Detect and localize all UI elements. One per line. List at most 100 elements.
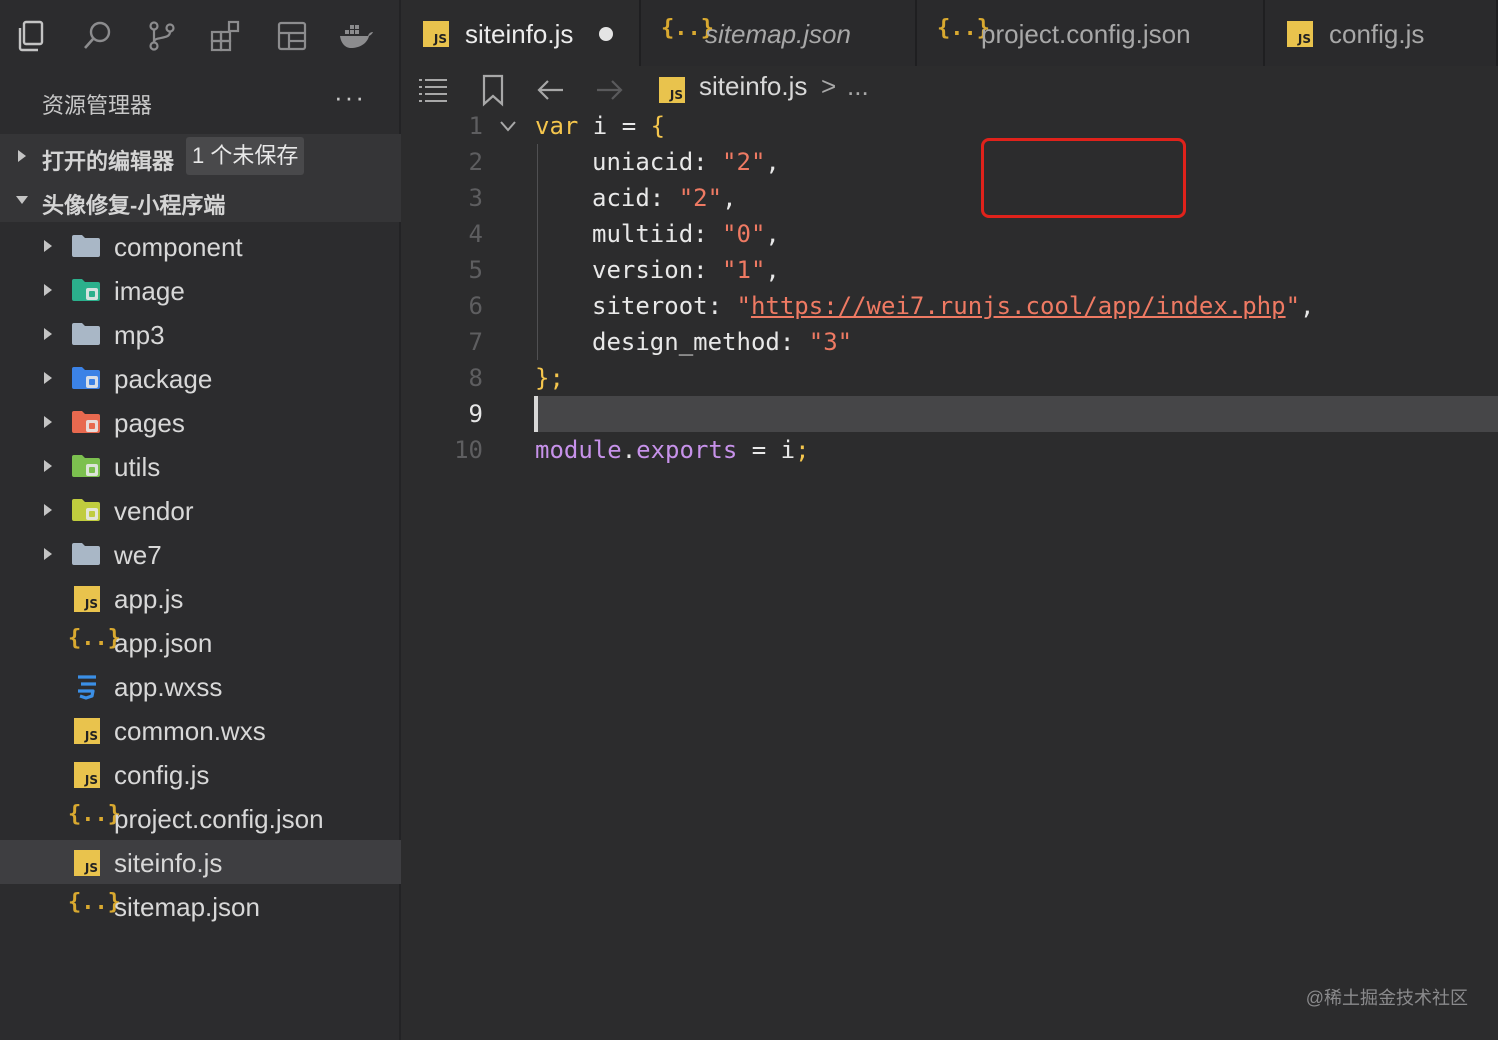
- code-text: siteroot: "https://wei7.runjs.cool/app/i…: [592, 288, 1314, 324]
- search-icon[interactable]: [78, 16, 118, 56]
- line-number: 5: [468, 256, 483, 284]
- breadcrumb-symbols[interactable]: ...: [847, 71, 869, 102]
- explorer-icon[interactable]: [14, 16, 54, 56]
- code-token: design_method:: [592, 328, 809, 356]
- tree-file[interactable]: {..} project.config.json: [0, 796, 401, 840]
- tree-item-label: siteinfo.js: [114, 848, 223, 878]
- tree-folder[interactable]: mp3: [0, 312, 401, 356]
- code-line: 5 version: "1",: [401, 252, 1498, 288]
- folder-utils-icon: [70, 452, 102, 480]
- tree-file[interactable]: JS siteinfo.js: [0, 840, 401, 884]
- tree-file[interactable]: {..} sitemap.json: [0, 884, 401, 928]
- tree-item-label: config.js: [114, 760, 210, 790]
- more-actions-button[interactable]: ···: [334, 82, 366, 113]
- tree-folder[interactable]: package: [0, 356, 401, 400]
- open-editors-label: 打开的编辑器: [42, 149, 175, 174]
- breadcrumb-separator: >: [821, 71, 837, 101]
- code-token: ,: [722, 184, 737, 212]
- js-file-icon: JS: [74, 718, 106, 746]
- code-token: module: [535, 436, 622, 464]
- tree-folder[interactable]: component: [0, 224, 401, 268]
- code-token: version:: [592, 256, 723, 284]
- line-number: 1: [468, 112, 483, 140]
- chevron-right-icon: [40, 236, 56, 256]
- tab-label: sitemap.json: [705, 19, 851, 49]
- tree-item-label: common.wxs: [114, 716, 266, 746]
- back-arrow-icon[interactable]: [533, 72, 569, 108]
- code-token: ": [1285, 292, 1301, 320]
- tree-folder[interactable]: we7: [0, 532, 401, 576]
- code-token: var: [535, 112, 579, 140]
- json-file-icon: {..}: [68, 626, 121, 651]
- js-file-icon: JS: [659, 77, 685, 103]
- unsaved-dot-icon[interactable]: [599, 27, 613, 41]
- tree-folder[interactable]: image: [0, 268, 401, 312]
- tree-file[interactable]: app.wxss: [0, 664, 401, 708]
- code-token: ,: [765, 220, 780, 248]
- line-number: 4: [468, 220, 483, 248]
- json-file-icon: {..}: [68, 802, 121, 827]
- line-number: 8: [468, 364, 483, 392]
- code-token: multiid:: [592, 220, 723, 248]
- folder-icon: [70, 232, 102, 260]
- code-token: "3": [808, 328, 853, 356]
- code-text: version: "1",: [592, 252, 780, 288]
- code-text: };: [535, 360, 564, 396]
- tree-file[interactable]: JS config.js: [0, 752, 401, 796]
- css-file-icon: [72, 672, 104, 700]
- tree-folder[interactable]: utils: [0, 444, 401, 488]
- line-number: 10: [454, 436, 483, 464]
- tab-project-config-json[interactable]: {..} project.config.json: [917, 0, 1265, 66]
- code-line: 6 siteroot: "https://wei7.runjs.cool/app/…: [401, 288, 1498, 324]
- extensions-icon[interactable]: [206, 16, 246, 56]
- open-editors-section[interactable]: 打开的编辑器 1 个未保存: [0, 134, 401, 178]
- line-number: 9: [468, 400, 483, 428]
- tree-folder[interactable]: vendor: [0, 488, 401, 532]
- docker-icon[interactable]: [336, 16, 376, 56]
- code-text: design_method: "3": [592, 324, 852, 360]
- code-token: "2": [722, 148, 766, 176]
- explorer-header: 资源管理器 ···: [0, 68, 401, 132]
- tree-file[interactable]: {..} app.json: [0, 620, 401, 664]
- tab-siteinfo-js[interactable]: JS siteinfo.js: [401, 0, 641, 66]
- unsaved-badge: 1 个未保存: [186, 137, 305, 175]
- chevron-right-icon: [40, 280, 56, 300]
- code-line: 1 var i = {: [401, 108, 1498, 144]
- annotation-highlight-box: [981, 138, 1186, 218]
- folder-package-icon: [70, 364, 102, 392]
- chevron-right-icon: [40, 500, 56, 520]
- source-control-icon[interactable]: [142, 16, 182, 56]
- outline-icon[interactable]: [415, 72, 451, 108]
- forward-arrow-icon[interactable]: [591, 72, 627, 108]
- code-line: 2 uniacid: "2",: [401, 144, 1498, 180]
- code-area[interactable]: 1 var i = {2 uniacid: "2", 3 acid: "2", 4 mult…: [401, 108, 1498, 488]
- project-label: 头像修复-小程序端: [42, 193, 226, 218]
- code-token: i: [578, 112, 622, 140]
- tree-folder[interactable]: pages: [0, 400, 401, 444]
- tree-item-label: package: [114, 364, 213, 394]
- tree-file[interactable]: JS app.js: [0, 576, 401, 620]
- chevron-right-icon: [18, 150, 26, 162]
- tree-item-label: project.config.json: [114, 804, 324, 834]
- code-line: 8};: [401, 360, 1498, 396]
- watermark: @稀土掘金技术社区: [1305, 988, 1468, 1008]
- js-file-icon: JS: [74, 586, 106, 614]
- layout-icon[interactable]: [272, 16, 312, 56]
- project-section[interactable]: 头像修复-小程序端: [0, 178, 401, 222]
- chevron-right-icon: [40, 324, 56, 344]
- breadcrumb-file[interactable]: siteinfo.js: [699, 71, 807, 102]
- bookmark-icon[interactable]: [475, 72, 511, 108]
- tab-config-js[interactable]: JS config.js: [1265, 0, 1498, 66]
- tree-file[interactable]: JS common.wxs: [0, 708, 401, 752]
- code-token: uniacid:: [592, 148, 723, 176]
- tab-sitemap-json[interactable]: {..} sitemap.json: [641, 0, 917, 66]
- line-number: 2: [468, 148, 483, 176]
- code-token[interactable]: https://wei7.runjs.cool/app/index.php: [751, 292, 1286, 320]
- code-token: =: [737, 436, 781, 464]
- editor-toolbar: JS siteinfo.js > ...: [401, 66, 1498, 110]
- folder-image-icon: [70, 276, 102, 304]
- code-token: "2": [678, 184, 723, 212]
- chevron-right-icon: [40, 456, 56, 476]
- code-token: ,: [765, 148, 780, 176]
- tree-item-label: utils: [114, 452, 161, 482]
